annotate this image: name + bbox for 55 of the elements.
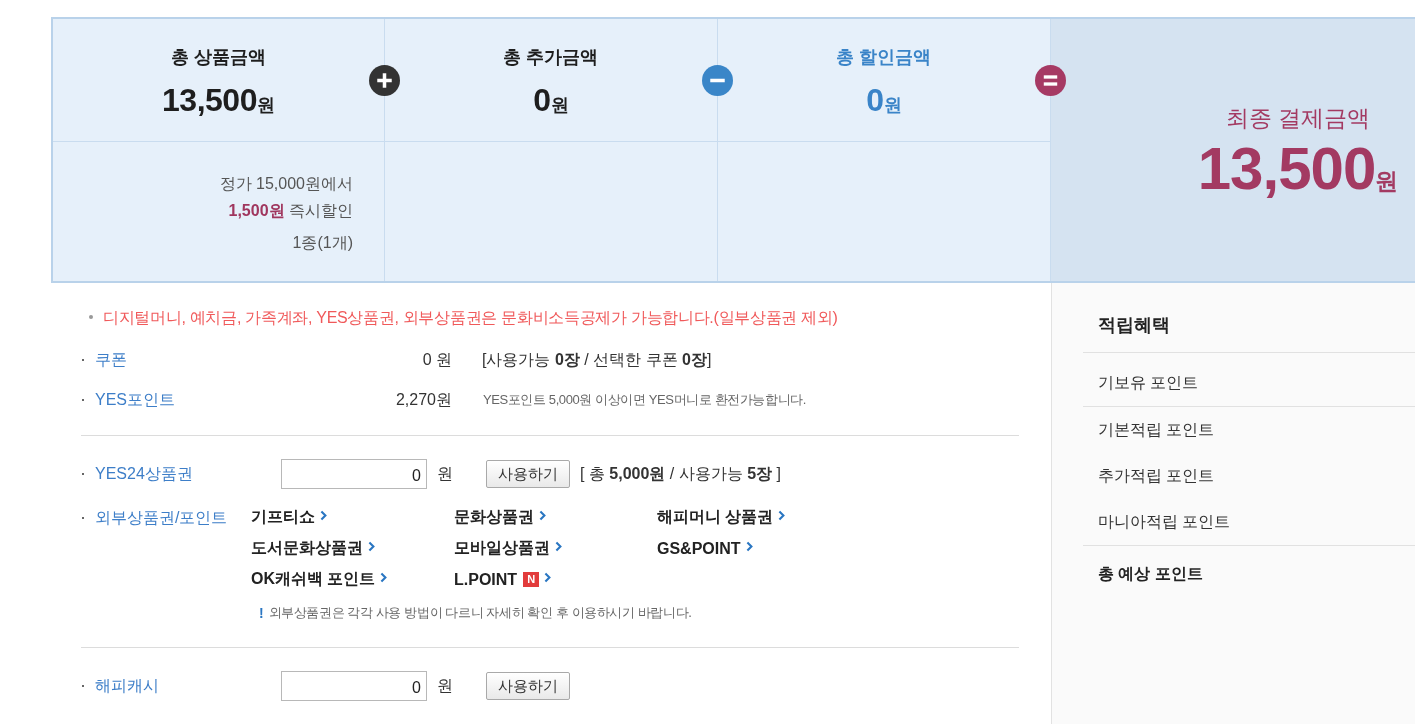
usage-info: [ 총 5,000원 / 사용가능 5장 ] — [580, 463, 781, 484]
voucher-link[interactable]: 해피머니 상품권 — [657, 502, 786, 533]
chevron-right-icon — [745, 541, 753, 552]
point-label: 마니아적립 포인트 — [1097, 512, 1232, 532]
point-label: 기보유 포인트 — [1097, 373, 1200, 393]
amount-value: 0원 — [865, 81, 903, 120]
bullet-icon — [89, 315, 93, 319]
amount-value: 2,270원 — [394, 389, 452, 410]
chevron-right-icon — [544, 572, 552, 583]
chevron-right-icon — [539, 510, 546, 521]
use-button[interactable]: 사용하기 — [486, 672, 570, 700]
chevron-right-icon — [555, 541, 562, 552]
alert-mark: ! — [259, 604, 264, 623]
voucher-link[interactable]: L.POINT N — [454, 564, 552, 595]
note-text: 외부상품권은 각각 사용 방법이 다르니 자세히 확인 후 이용하시기 바랍니다. — [268, 604, 692, 622]
price-detail: 1종(1개) — [291, 233, 353, 253]
rewards-title: 적립혜택 — [1083, 313, 1415, 353]
voucher-link[interactable]: 모바일상품권 — [454, 533, 562, 564]
row-label: YES포인트 — [95, 389, 176, 410]
final-amount-value: 13,500원 — [1196, 134, 1400, 204]
point-label: 기본적립 포인트 — [1097, 420, 1216, 440]
amount-value: 0 원 — [421, 349, 452, 370]
voucher-link[interactable]: 기프티쇼 — [251, 502, 327, 533]
row-label: 해피캐시 — [95, 675, 160, 696]
amount-input[interactable]: 0 — [281, 671, 427, 701]
price-detail: 정가 15,000원에서 — [218, 174, 353, 194]
total-point-label: 총 예상 포인트 — [1097, 564, 1204, 584]
unit-label: 원 — [437, 675, 452, 696]
amount-title: 총 추가금액 — [502, 46, 600, 69]
amount-value: 13,500원 — [161, 81, 276, 120]
amount-title: 총 할인금액 — [835, 46, 933, 69]
row-label: 쿠폰 — [95, 349, 128, 370]
unit-label: 원 — [437, 463, 452, 484]
new-badge: N — [523, 572, 540, 587]
row-label: YES24상품권 — [95, 463, 194, 484]
voucher-link[interactable]: 도서문화상품권 — [251, 533, 375, 564]
usage-info: [사용가능 0장 / 선택한 쿠폰 0장] — [482, 349, 712, 370]
amount-title: 총 상품금액 — [170, 46, 267, 69]
plus-icon — [369, 65, 400, 96]
voucher-link[interactable]: 문화상품권 — [454, 502, 546, 533]
note-text: YES포인트 5,000원 이상이면 YES머니로 환전가능합니다. — [483, 391, 807, 409]
notice-text: 디지털머니, 예치금, 가족계좌, YES상품권, 외부상품권은 문화비소득공제가 가능합니다.(일부상품권 제외) — [103, 307, 838, 328]
chevron-right-icon — [368, 541, 375, 552]
final-amount-title: 최종 결제금액 — [1224, 104, 1372, 133]
point-label: 추가적립 포인트 — [1097, 466, 1216, 486]
amount-value: 0원 — [532, 81, 570, 120]
price-detail: 1,500원 즉시할인 — [227, 201, 353, 221]
amount-input[interactable]: 0 — [281, 459, 427, 489]
chevron-right-icon — [320, 510, 327, 521]
use-button[interactable]: 사용하기 — [486, 460, 570, 488]
minus-icon — [702, 65, 733, 96]
chevron-right-icon — [380, 572, 388, 583]
voucher-link[interactable]: GS&POINT — [657, 533, 753, 564]
voucher-link[interactable]: OK캐쉬백 포인트 — [251, 564, 388, 595]
chevron-right-icon — [778, 510, 786, 521]
